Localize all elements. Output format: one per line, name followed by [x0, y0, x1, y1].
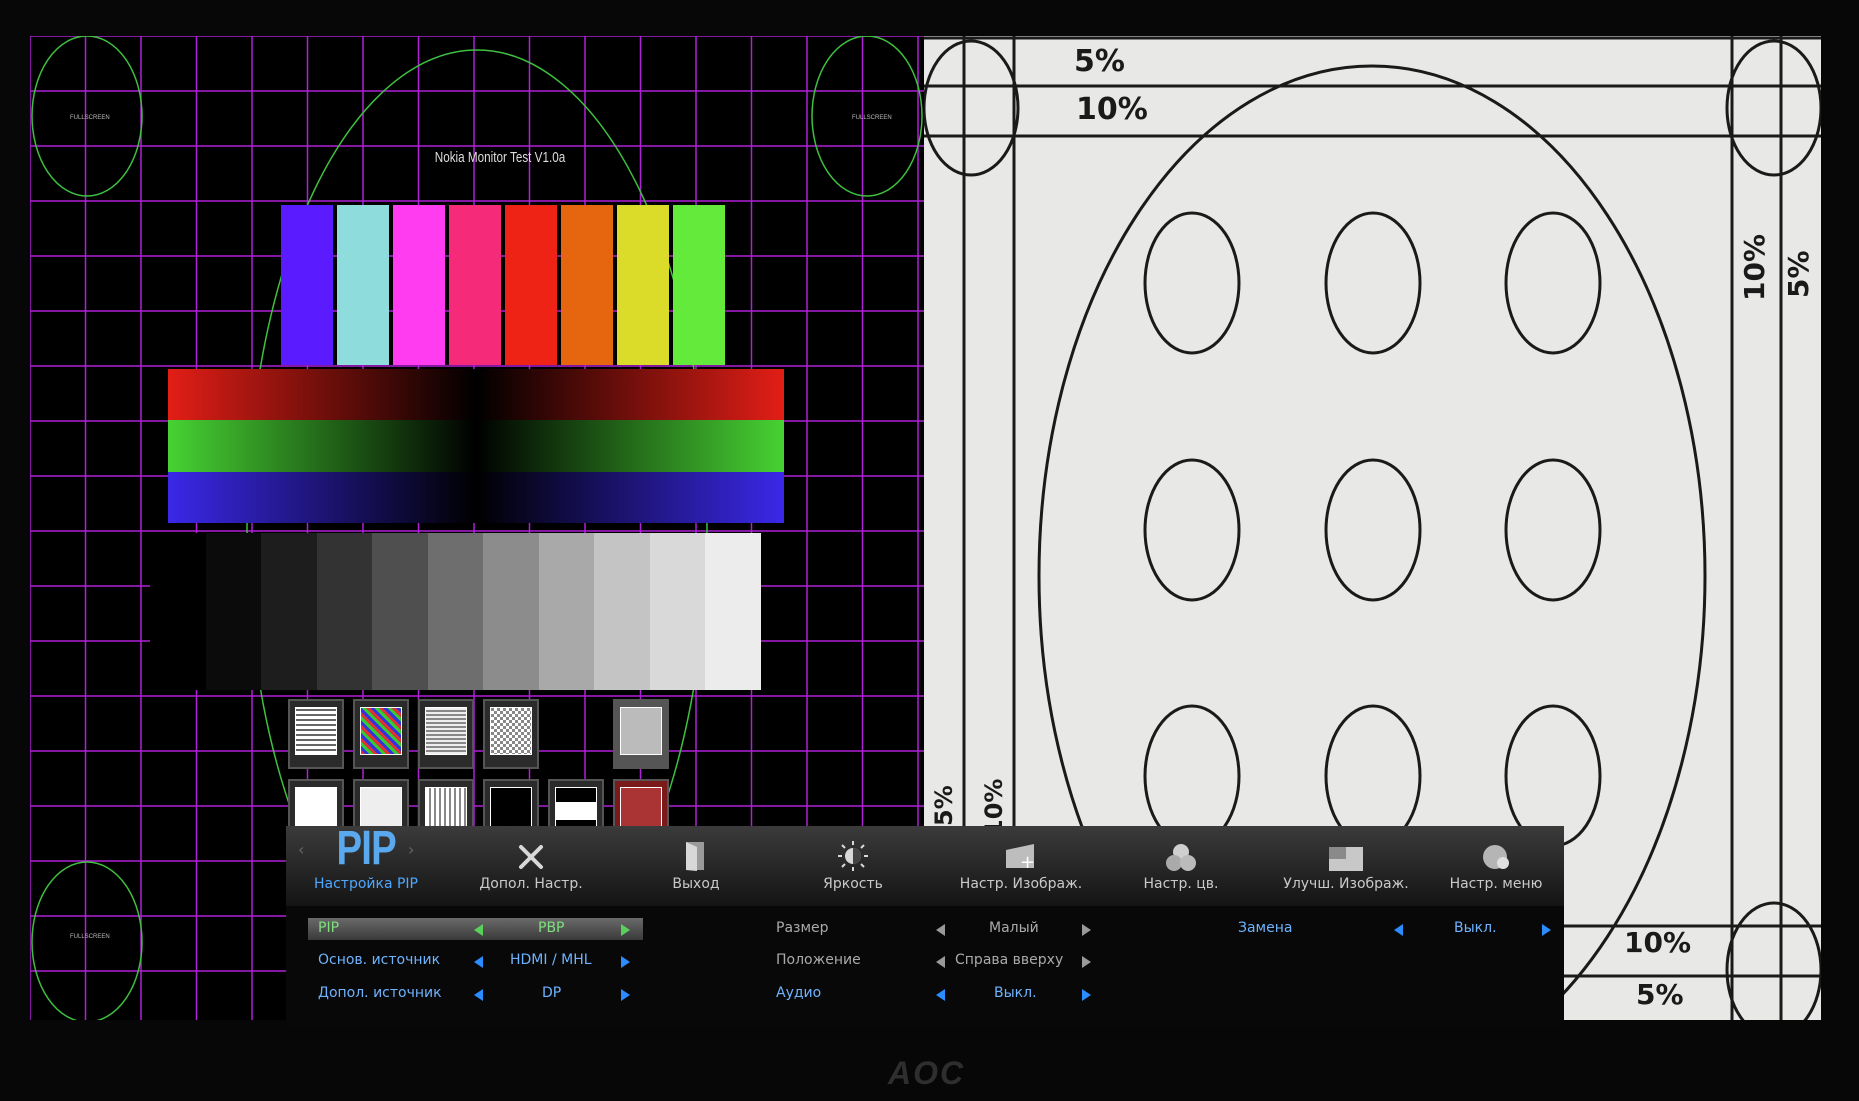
thumb-geometry[interactable]: [288, 699, 344, 769]
tab-label: Настр. Изображ.: [959, 876, 1083, 892]
color-bar: [393, 205, 445, 365]
color-bar: [505, 205, 557, 365]
option-swap-label: Замена: [1238, 920, 1293, 936]
svg-text:+: +: [1020, 852, 1035, 872]
rgb-gradient-bars: [168, 369, 784, 523]
pattern-title: Nokia Monitor Test V1.0a: [434, 149, 566, 166]
label-top-10: 10%: [1076, 92, 1148, 127]
tab-exit[interactable]: Выход: [626, 826, 766, 906]
gradient-bar: [168, 420, 784, 472]
brand-logo: AOC: [888, 1055, 966, 1091]
option-pip-value[interactable]: PBP: [538, 920, 565, 936]
arrow-right[interactable]: [621, 956, 630, 968]
gray-step: [261, 533, 317, 690]
option-audio-value[interactable]: Выкл.: [994, 985, 1037, 1001]
image-setup-icon: +: [936, 826, 1106, 876]
arrow-left[interactable]: [936, 989, 945, 1001]
tab-picture-boost[interactable]: Улучш. Изображ.: [1261, 826, 1431, 906]
tab-label: Настройка PIP: [313, 876, 418, 892]
picture-boost-icon: [1261, 826, 1431, 876]
pip-icon: PIP: [336, 822, 396, 875]
label-right-10: 10%: [1738, 233, 1771, 301]
option-position-value[interactable]: Справа вверху: [955, 952, 1063, 968]
tab-extra-settings[interactable]: Допол. Настр.: [456, 826, 606, 906]
color-bars: [281, 205, 725, 365]
exit-door-icon: [626, 826, 766, 876]
tab-menu-setup[interactable]: Настр. меню: [1426, 826, 1566, 906]
arrow-right[interactable]: [1082, 924, 1091, 936]
arrow-right[interactable]: [1542, 924, 1551, 936]
arrow-right[interactable]: [1082, 956, 1091, 968]
tab-label: Настр. цв.: [1143, 876, 1219, 892]
option-position-label: Положение: [776, 952, 861, 968]
label-left-5: 5%: [930, 785, 958, 826]
fullscreen-mark: FULLSCREEN: [70, 115, 110, 121]
arrow-left[interactable]: [474, 989, 483, 1001]
thumb-help[interactable]: [613, 699, 669, 769]
tab-label: Настр. меню: [1449, 876, 1543, 892]
tab-label: Улучш. Изображ.: [1283, 876, 1409, 892]
option-sub-source-label: Допол. источник: [318, 985, 442, 1001]
menu-setup-icon: [1426, 826, 1566, 876]
gradient-bar: [168, 369, 784, 421]
tab-pip-setup[interactable]: PIP Настройка PIP: [286, 822, 446, 906]
gray-step: [649, 533, 705, 690]
thumb-color-dots[interactable]: [353, 699, 409, 769]
arrow-left[interactable]: [936, 956, 945, 968]
tab-image-setup[interactable]: + Настр. Изображ.: [936, 826, 1106, 906]
tab-brightness[interactable]: Яркость: [783, 826, 923, 906]
grayscale-steps: [150, 533, 761, 690]
tab-label: Яркость: [823, 876, 883, 892]
tab-label: Выход: [672, 876, 720, 892]
gray-step: [205, 533, 261, 690]
label-top-5: 5%: [1074, 44, 1125, 79]
arrow-right[interactable]: [621, 924, 630, 936]
arrow-right[interactable]: [1082, 989, 1091, 1001]
color-bar: [449, 205, 501, 365]
arrow-left[interactable]: [474, 924, 483, 936]
option-swap-value[interactable]: Выкл.: [1454, 920, 1497, 936]
fullscreen-mark: FULLSCREEN: [70, 934, 110, 940]
tools-icon: [456, 826, 606, 876]
gradient-bar: [168, 471, 784, 523]
gray-step: [705, 533, 761, 690]
option-sub-source-value[interactable]: DP: [542, 985, 561, 1001]
color-circles-icon: [1106, 826, 1256, 876]
option-main-source-value[interactable]: HDMI / MHL: [510, 952, 592, 968]
tab-color-setup[interactable]: Настр. цв.: [1106, 826, 1256, 906]
color-bar: [337, 205, 389, 365]
gray-step: [150, 533, 206, 690]
arrow-left[interactable]: [1394, 924, 1403, 936]
brightness-icon: [783, 826, 923, 876]
color-bar: [673, 205, 725, 365]
geometry-ellipse: [31, 861, 143, 1020]
arrow-right[interactable]: [621, 989, 630, 1001]
gray-step: [316, 533, 372, 690]
option-size-label: Размер: [776, 920, 829, 936]
osd-tab-bar: ‹ › PIP Настройка PIP Допол. Настр. Выхо…: [286, 822, 1566, 906]
option-audio-label: Аудио: [776, 985, 822, 1001]
gray-step: [594, 533, 650, 690]
thumb-checker[interactable]: [483, 699, 539, 769]
tab-label: Допол. Настр.: [479, 876, 583, 892]
arrow-left[interactable]: [936, 924, 945, 936]
color-bar: [561, 205, 613, 365]
fullscreen-mark: FULLSCREEN: [852, 115, 892, 121]
thumb-lines[interactable]: [418, 699, 474, 769]
label-right-5: 5%: [1782, 250, 1815, 298]
color-bar: [281, 205, 333, 365]
label-bottom-10: 10%: [1624, 926, 1692, 959]
label-bottom-5: 5%: [1636, 978, 1684, 1011]
option-pip-label: PIP: [318, 920, 340, 936]
option-size-value[interactable]: Малый: [989, 920, 1039, 936]
gray-step: [427, 533, 483, 690]
gray-step: [372, 533, 428, 690]
color-bar: [617, 205, 669, 365]
option-main-source-label: Основ. источник: [318, 952, 441, 968]
arrow-left[interactable]: [474, 956, 483, 968]
gray-step: [538, 533, 594, 690]
gray-step: [483, 533, 539, 690]
osd-menu: ‹ › PIP Настройка PIP Допол. Настр. Выхо…: [286, 822, 1566, 1026]
